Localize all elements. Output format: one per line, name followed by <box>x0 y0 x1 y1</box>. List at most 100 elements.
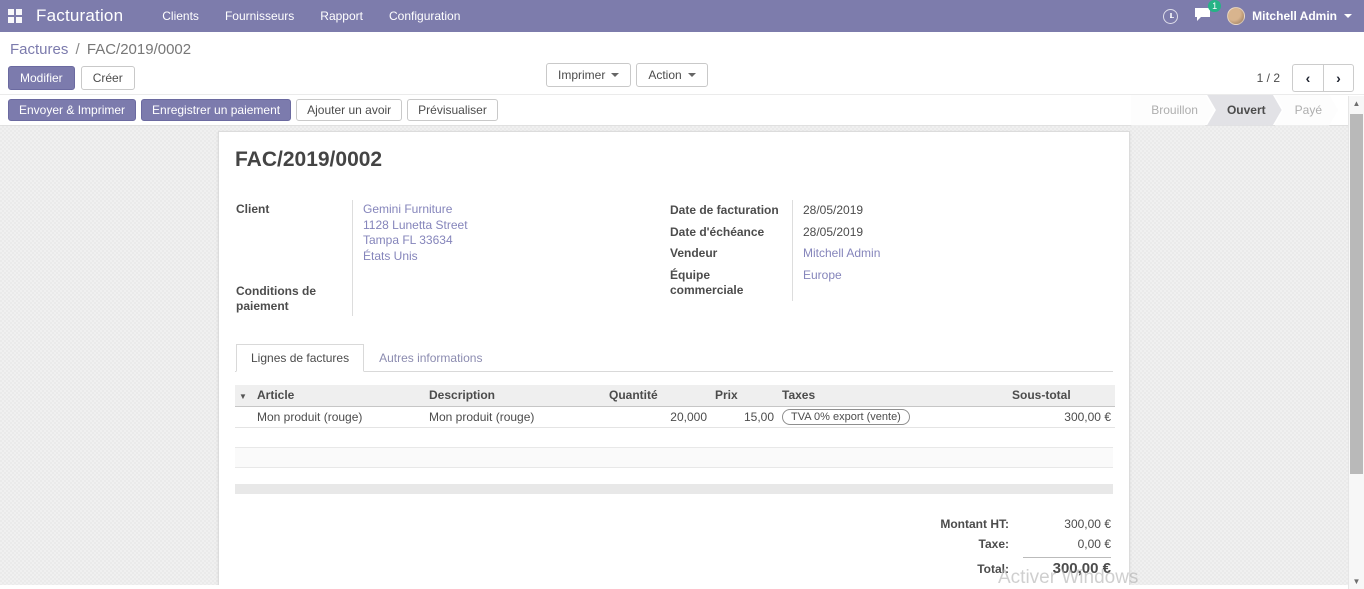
totals-block: Montant HT: 300,00 € Taxe: 0,00 € Total:… <box>889 514 1111 586</box>
client-value: Gemini Furniture 1128 Lunetta Street Tam… <box>352 200 566 266</box>
state-paid[interactable]: Payé <box>1275 95 1338 126</box>
total-row: Total: 300,00 € <box>889 554 1111 580</box>
amount-untaxed-value: 300,00 € <box>1023 517 1111 531</box>
caret-down-icon: ▼ <box>239 392 247 401</box>
header-article[interactable]: Article <box>253 385 425 406</box>
pager-next-button[interactable]: › <box>1323 64 1354 92</box>
breadcrumb-separator: / <box>73 41 83 58</box>
menu-configuration[interactable]: Configuration <box>378 0 471 32</box>
group-right: Date de facturation 28/05/2019 Date d'éc… <box>670 200 1090 316</box>
tax-row: Taxe: 0,00 € <box>889 534 1111 554</box>
breadcrumb: Factures / FAC/2019/0002 <box>0 32 1364 60</box>
amount-untaxed-label: Montant HT: <box>903 517 1023 531</box>
preview-button[interactable]: Prévisualiser <box>407 99 498 121</box>
table-header-row: ▼ Article Description Quantité Prix Taxe… <box>235 385 1115 406</box>
header-taxes[interactable]: Taxes <box>778 385 1008 406</box>
scrollbar-thumb[interactable] <box>1350 114 1363 474</box>
control-buttons-row: Modifier Créer Imprimer Action 1 / 2 ‹ › <box>0 60 1364 94</box>
tax-pill: TVA 0% export (vente) <box>782 409 910 425</box>
cell-subtotal: 300,00 € <box>1008 406 1115 427</box>
action-dropdown-button[interactable]: Action <box>636 63 707 87</box>
state-steps: Brouillon Ouvert Payé <box>1131 95 1338 126</box>
main-menu: Clients Fournisseurs Rapport Configurati… <box>151 0 471 32</box>
chevron-down-icon <box>1344 14 1352 18</box>
edit-button[interactable]: Modifier <box>8 66 75 90</box>
pager-previous-button[interactable]: ‹ <box>1292 64 1323 92</box>
tab-other-info[interactable]: Autres informations <box>364 344 497 372</box>
notebook-tabs: Lignes de factures Autres informations <box>235 343 1113 372</box>
invoice-sheet: FAC/2019/0002 Client Gemini Furniture 11… <box>218 131 1130 585</box>
user-name: Mitchell Admin <box>1252 9 1337 23</box>
list-footer-band <box>235 484 1113 494</box>
tax-value: 0,00 € <box>1023 537 1111 551</box>
scroll-down-arrow-icon[interactable]: ▼ <box>1349 574 1364 589</box>
pager-value: 1 / 2 <box>1257 71 1280 85</box>
messages-icon-wrap[interactable]: 1 <box>1194 7 1211 25</box>
invoice-line-row[interactable]: Mon produit (rouge) Mon produit (rouge) … <box>235 406 1115 427</box>
invoice-title: FAC/2019/0002 <box>235 148 1113 172</box>
row-handle-cell <box>235 406 253 427</box>
chevron-down-icon <box>688 73 696 77</box>
salesperson-value[interactable]: Mitchell Admin <box>792 243 1090 265</box>
cell-price: 15,00 <box>711 406 778 427</box>
menu-clients[interactable]: Clients <box>151 0 210 32</box>
breadcrumb-current: FAC/2019/0002 <box>87 41 191 58</box>
menu-rapport[interactable]: Rapport <box>309 0 374 32</box>
menu-fournisseurs[interactable]: Fournisseurs <box>214 0 305 32</box>
empty-row <box>235 448 1113 468</box>
register-payment-button[interactable]: Enregistrer un paiement <box>141 99 291 121</box>
invoice-date-label: Date de facturation <box>670 200 792 222</box>
header-subtotal[interactable]: Sous-total <box>1008 385 1115 406</box>
scroll-up-arrow-icon[interactable]: ▲ <box>1349 96 1364 111</box>
chevron-down-icon <box>611 73 619 77</box>
print-dropdown-button[interactable]: Imprimer <box>546 63 631 87</box>
sales-team-value[interactable]: Europe <box>792 265 1090 301</box>
cell-description: Mon produit (rouge) <box>425 406 605 427</box>
empty-row <box>235 468 1113 484</box>
state-draft[interactable]: Brouillon <box>1131 95 1214 126</box>
apps-grid-icon[interactable] <box>8 9 22 23</box>
cell-quantity: 20,000 <box>605 406 711 427</box>
cell-article: Mon produit (rouge) <box>253 406 425 427</box>
payment-terms-value[interactable] <box>352 266 566 316</box>
cell-taxes: TVA 0% export (vente) <box>778 406 1008 427</box>
header-quantity[interactable]: Quantité <box>605 385 711 406</box>
vertical-scrollbar[interactable]: ▲ ▼ <box>1348 96 1364 589</box>
invoice-date-value: 28/05/2019 <box>792 200 1090 222</box>
create-button[interactable]: Créer <box>81 66 135 90</box>
state-open[interactable]: Ouvert <box>1207 95 1282 126</box>
add-credit-note-button[interactable]: Ajouter un avoir <box>296 99 402 121</box>
sales-team-label: Équipe commerciale <box>670 265 792 301</box>
breadcrumb-parent[interactable]: Factures <box>10 41 68 58</box>
client-address-line1[interactable]: 1128 Lunetta Street <box>363 218 566 234</box>
tax-label: Taxe: <box>903 537 1023 551</box>
empty-row <box>235 428 1113 448</box>
user-menu[interactable]: Mitchell Admin <box>1227 7 1352 25</box>
record-pager: 1 / 2 ‹ › <box>1257 64 1354 92</box>
navbar-right: 1 Mitchell Admin <box>1163 7 1352 25</box>
client-label: Client <box>236 200 352 266</box>
send-print-button[interactable]: Envoyer & Imprimer <box>8 99 136 121</box>
top-navbar: Facturation Clients Fournisseurs Rapport… <box>0 0 1364 32</box>
sort-handle-header[interactable]: ▼ <box>235 385 253 406</box>
activities-clock-icon[interactable] <box>1163 9 1178 24</box>
due-date-value: 28/05/2019 <box>792 222 1090 244</box>
statusbar: Envoyer & Imprimer Enregistrer un paieme… <box>0 94 1364 126</box>
total-value: 300,00 € <box>1023 557 1111 577</box>
due-date-label: Date d'échéance <box>670 222 792 244</box>
client-country[interactable]: États Unis <box>363 249 566 265</box>
messages-count-badge: 1 <box>1208 0 1221 12</box>
form-view-content: FAC/2019/0002 Client Gemini Furniture 11… <box>0 126 1364 585</box>
client-name-link[interactable]: Gemini Furniture <box>363 202 566 218</box>
client-address-line2[interactable]: Tampa FL 33634 <box>363 233 566 249</box>
salesperson-label: Vendeur <box>670 243 792 265</box>
tab-invoice-lines[interactable]: Lignes de factures <box>236 344 364 372</box>
header-description[interactable]: Description <box>425 385 605 406</box>
user-avatar <box>1227 7 1245 25</box>
control-panel: Factures / FAC/2019/0002 Modifier Créer … <box>0 32 1364 94</box>
print-label: Imprimer <box>558 68 605 82</box>
app-title[interactable]: Facturation <box>36 6 123 26</box>
page: Facturation Clients Fournisseurs Rapport… <box>0 0 1364 589</box>
header-price[interactable]: Prix <box>711 385 778 406</box>
group-left: Client Gemini Furniture 1128 Lunetta Str… <box>236 200 566 316</box>
